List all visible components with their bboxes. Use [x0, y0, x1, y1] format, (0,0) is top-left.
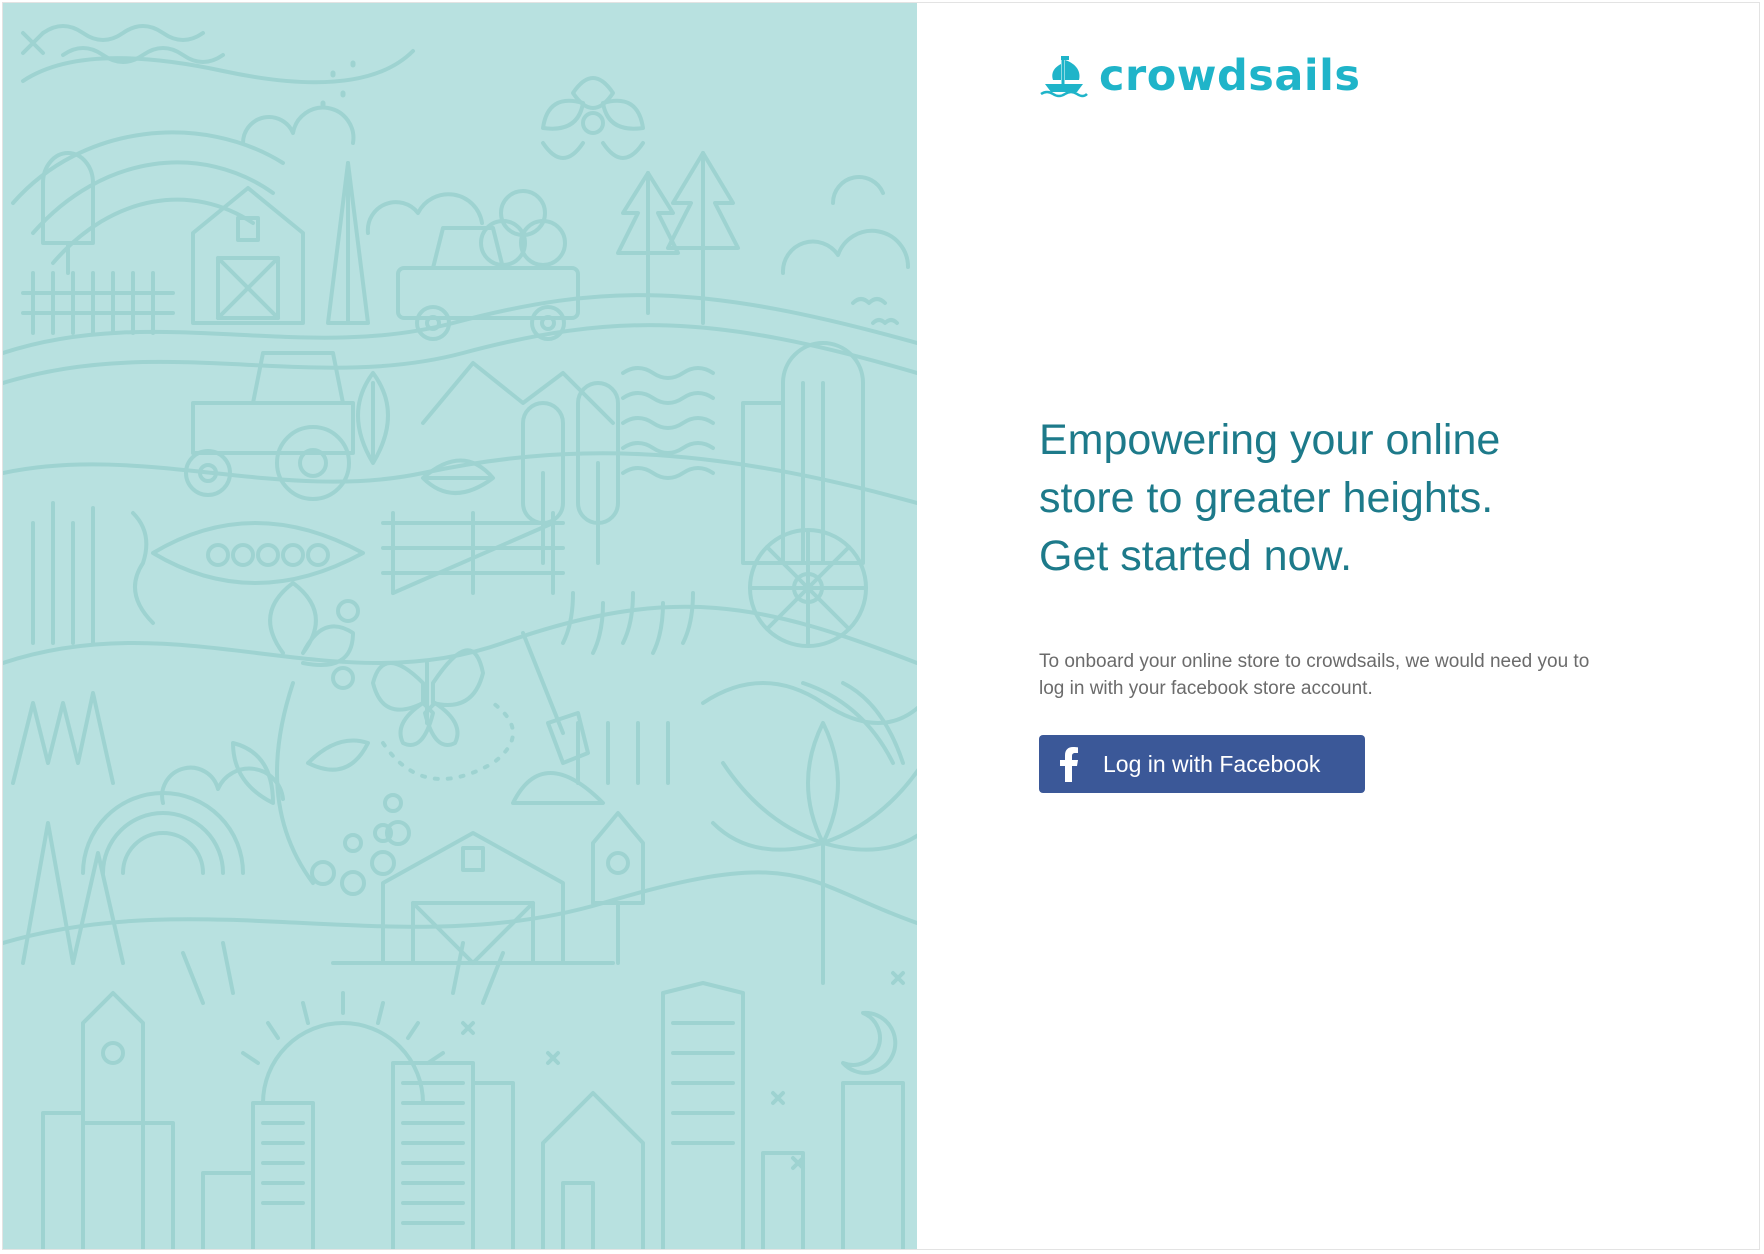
hero-headline: Empowering your online store to greater … [1039, 411, 1659, 585]
facebook-login-label: Log in with Facebook [1103, 750, 1321, 777]
farm-city-pattern-illustration [3, 24, 917, 1249]
onboarding-description: To onboard your online store to crowdsai… [1039, 651, 1590, 699]
page-frame: crowdsails Empowering your online store … [2, 2, 1760, 1250]
hero-line-3: Get started now. [1039, 532, 1353, 580]
facebook-icon [1039, 735, 1097, 793]
brand-name: crowdsails [1099, 51, 1361, 101]
facebook-login-button[interactable]: Log in with Facebook [1039, 735, 1365, 793]
brand-logo[interactable]: crowdsails [1039, 51, 1360, 101]
ship-icon [1040, 56, 1088, 98]
decorative-illustration-panel [3, 3, 917, 1249]
hero-line-2: store to greater heights. [1039, 474, 1494, 522]
login-panel: crowdsails Empowering your online store … [917, 3, 1759, 1249]
hero-line-1: Empowering your online [1039, 416, 1501, 464]
